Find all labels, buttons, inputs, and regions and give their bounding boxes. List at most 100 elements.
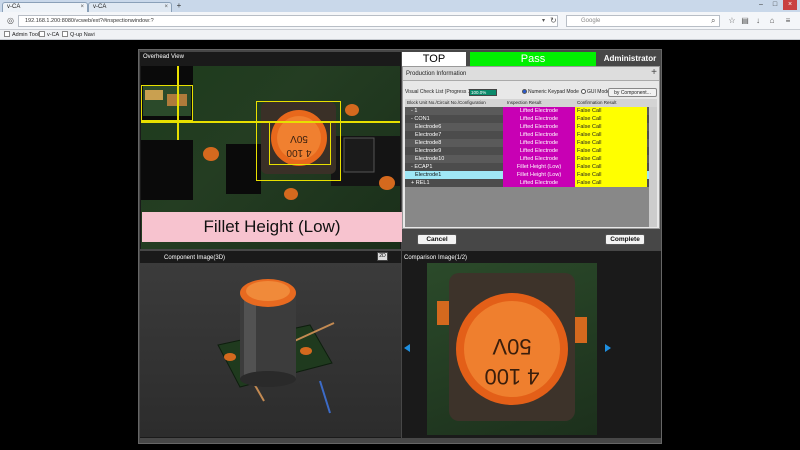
confirmation-result[interactable]: False Call	[575, 131, 647, 139]
confirmation-result[interactable]: False Call	[575, 179, 647, 187]
confirmation-result[interactable]: False Call	[575, 115, 647, 123]
bookmarks-icon[interactable]: ▤	[739, 15, 751, 27]
confirmation-result[interactable]: False Call	[575, 147, 647, 155]
bookmark-admin-tool[interactable]: Admin Tool	[4, 31, 39, 39]
search-field[interactable]: Google	[566, 15, 720, 27]
home-icon[interactable]: ⌂	[766, 15, 778, 27]
search-placeholder: Google	[581, 18, 601, 24]
table-row[interactable]: Electrode7 Lifted Electrode False Call	[405, 131, 657, 139]
row-name: Electrode6	[415, 124, 442, 130]
table-scrollbar[interactable]	[649, 107, 657, 227]
progress-bar: 100.0%	[469, 89, 497, 96]
svg-text:50V: 50V	[492, 334, 531, 359]
column-header: Inspection Result	[507, 100, 542, 105]
progress-text: 100.0%	[471, 90, 487, 95]
search-icon[interactable]: ⌕	[711, 16, 715, 26]
row-name: - CON1	[411, 116, 430, 122]
numeric-keypad-mode-radio[interactable]: Numeric Keypad Mode	[522, 89, 579, 96]
table-row[interactable]: - CON1 Lifted Electrode False Call	[405, 115, 657, 123]
close-window-icon[interactable]: ×	[783, 0, 797, 10]
svg-text:4 100: 4 100	[484, 364, 539, 389]
confirmation-result[interactable]: False Call	[575, 123, 647, 131]
gui-mode-radio[interactable]: GUI Mode	[581, 89, 610, 96]
complete-button[interactable]: Complete	[605, 234, 645, 245]
inspection-result: Fillet Height (Low)	[503, 163, 575, 171]
table-row[interactable]: Electrode8 Lifted Electrode False Call	[405, 139, 657, 147]
inspection-result: Lifted Electrode	[503, 131, 575, 139]
results-table: Block Unit No./Circuit No./Configuration…	[405, 99, 657, 227]
row-name: + REL1	[411, 180, 430, 186]
confirmation-result[interactable]: False Call	[575, 107, 647, 115]
table-row[interactable]: - ECAP1 Fillet Height (Low) False Call	[405, 163, 657, 171]
radio-selected-icon	[522, 89, 527, 94]
minimize-icon[interactable]: –	[754, 0, 768, 10]
star-icon[interactable]: ☆	[726, 15, 738, 27]
confirmation-result[interactable]: False Call	[575, 171, 647, 179]
column-header: Confirmation Result	[577, 100, 617, 105]
radio-label: Numeric Keypad Mode	[528, 89, 579, 95]
cancel-button[interactable]: Cancel	[417, 234, 457, 245]
comparison-capacitor-render: 50V 4 100	[437, 273, 587, 421]
bookmark-v-ca[interactable]: v-CA	[39, 31, 59, 39]
download-icon[interactable]: ↓	[752, 15, 764, 27]
comparison-image[interactable]: 50V 4 100	[427, 263, 597, 435]
close-tab-icon[interactable]: ×	[80, 3, 84, 12]
previous-image-arrow-icon[interactable]	[404, 344, 410, 352]
inspection-window: Overhead View 50V 4 100 Fillet Height (L…	[138, 49, 662, 444]
confirmation-result[interactable]: False Call	[575, 163, 647, 171]
row-name: Electrode9	[415, 148, 442, 154]
page-icon	[4, 31, 10, 37]
radio-label: GUI Mode	[587, 89, 610, 95]
close-tab-icon[interactable]: ×	[164, 3, 168, 12]
table-row[interactable]: Electrode10 Lifted Electrode False Call	[405, 155, 657, 163]
by-component-button[interactable]: by Component...	[608, 88, 657, 97]
comparison-image-title: Comparison Image(1/2)	[404, 255, 468, 261]
component-highlight	[269, 121, 331, 165]
overhead-view-title: Overhead View	[143, 54, 184, 60]
row-name: Electrode8	[415, 140, 442, 146]
dropdown-arrow-icon[interactable]: ▾	[542, 16, 545, 26]
row-name: Electrode7	[415, 132, 442, 138]
component-image-title: Component Image(3D)	[164, 255, 226, 261]
status-badge: Pass	[470, 52, 596, 66]
inspection-result: Lifted Electrode	[503, 147, 575, 155]
confirmation-result[interactable]: False Call	[575, 139, 647, 147]
overhead-view-panel: Overhead View 50V 4 100 Fillet Height (L…	[140, 52, 402, 249]
column-header: Block Unit No./Circuit No./Configuration	[407, 100, 486, 105]
inspection-result: Lifted Electrode	[503, 155, 575, 163]
bookmark-label: v-CA	[47, 32, 60, 38]
toggle-2d-button[interactable]: 2D	[377, 252, 388, 261]
table-row[interactable]: Electrode9 Lifted Electrode False Call	[405, 147, 657, 155]
inspection-result: Lifted Electrode	[503, 179, 575, 187]
new-tab-button[interactable]: +	[172, 2, 186, 11]
table-row[interactable]: Electrode6 Lifted Electrode False Call	[405, 123, 657, 131]
next-image-arrow-icon[interactable]	[605, 344, 611, 352]
bookmark-label: Q-up Navi	[70, 32, 95, 38]
table-row[interactable]: - 1 Lifted Electrode False Call	[405, 107, 657, 115]
production-information-header: Production Information +	[403, 67, 659, 81]
check-list-label: Visual Check List (Progress 1/)	[405, 89, 474, 95]
inspection-result: Lifted Electrode	[503, 123, 575, 131]
reload-icon[interactable]: ↻	[550, 16, 557, 26]
user-label: Administrator	[603, 54, 657, 63]
table-row[interactable]: Electrode1 Fillet Height (Low) False Call	[405, 171, 657, 179]
inspection-result: Lifted Electrode	[503, 107, 575, 115]
component-3d-render[interactable]	[140, 263, 401, 437]
row-name: Electrode10	[415, 156, 445, 162]
address-bar[interactable]: 192.168.1.200:8080/vcweb/ext?#inspection…	[18, 15, 558, 27]
table-row[interactable]: + REL1 Lifted Electrode False Call	[405, 179, 657, 187]
confirmation-result[interactable]: False Call	[575, 155, 647, 163]
browser-tab-2[interactable]: v-CA ×	[88, 2, 172, 12]
browser-tab-1[interactable]: v-CA ×	[2, 2, 88, 12]
component-image-panel: Component Image(3D) 2D	[140, 251, 401, 438]
zoom-frame	[141, 85, 193, 121]
bookmark-q-up-navi[interactable]: Q-up Navi	[62, 31, 95, 39]
production-information-title: Production Information	[406, 71, 467, 77]
menu-icon[interactable]: ≡	[782, 15, 794, 27]
expand-icon[interactable]: +	[651, 67, 657, 79]
row-name: - ECAP1	[411, 164, 433, 170]
inspection-result: Lifted Electrode	[503, 115, 575, 123]
inspection-result: Lifted Electrode	[503, 139, 575, 147]
bookmark-label: Admin Tool	[12, 32, 40, 38]
maximize-icon[interactable]: □	[768, 0, 782, 10]
